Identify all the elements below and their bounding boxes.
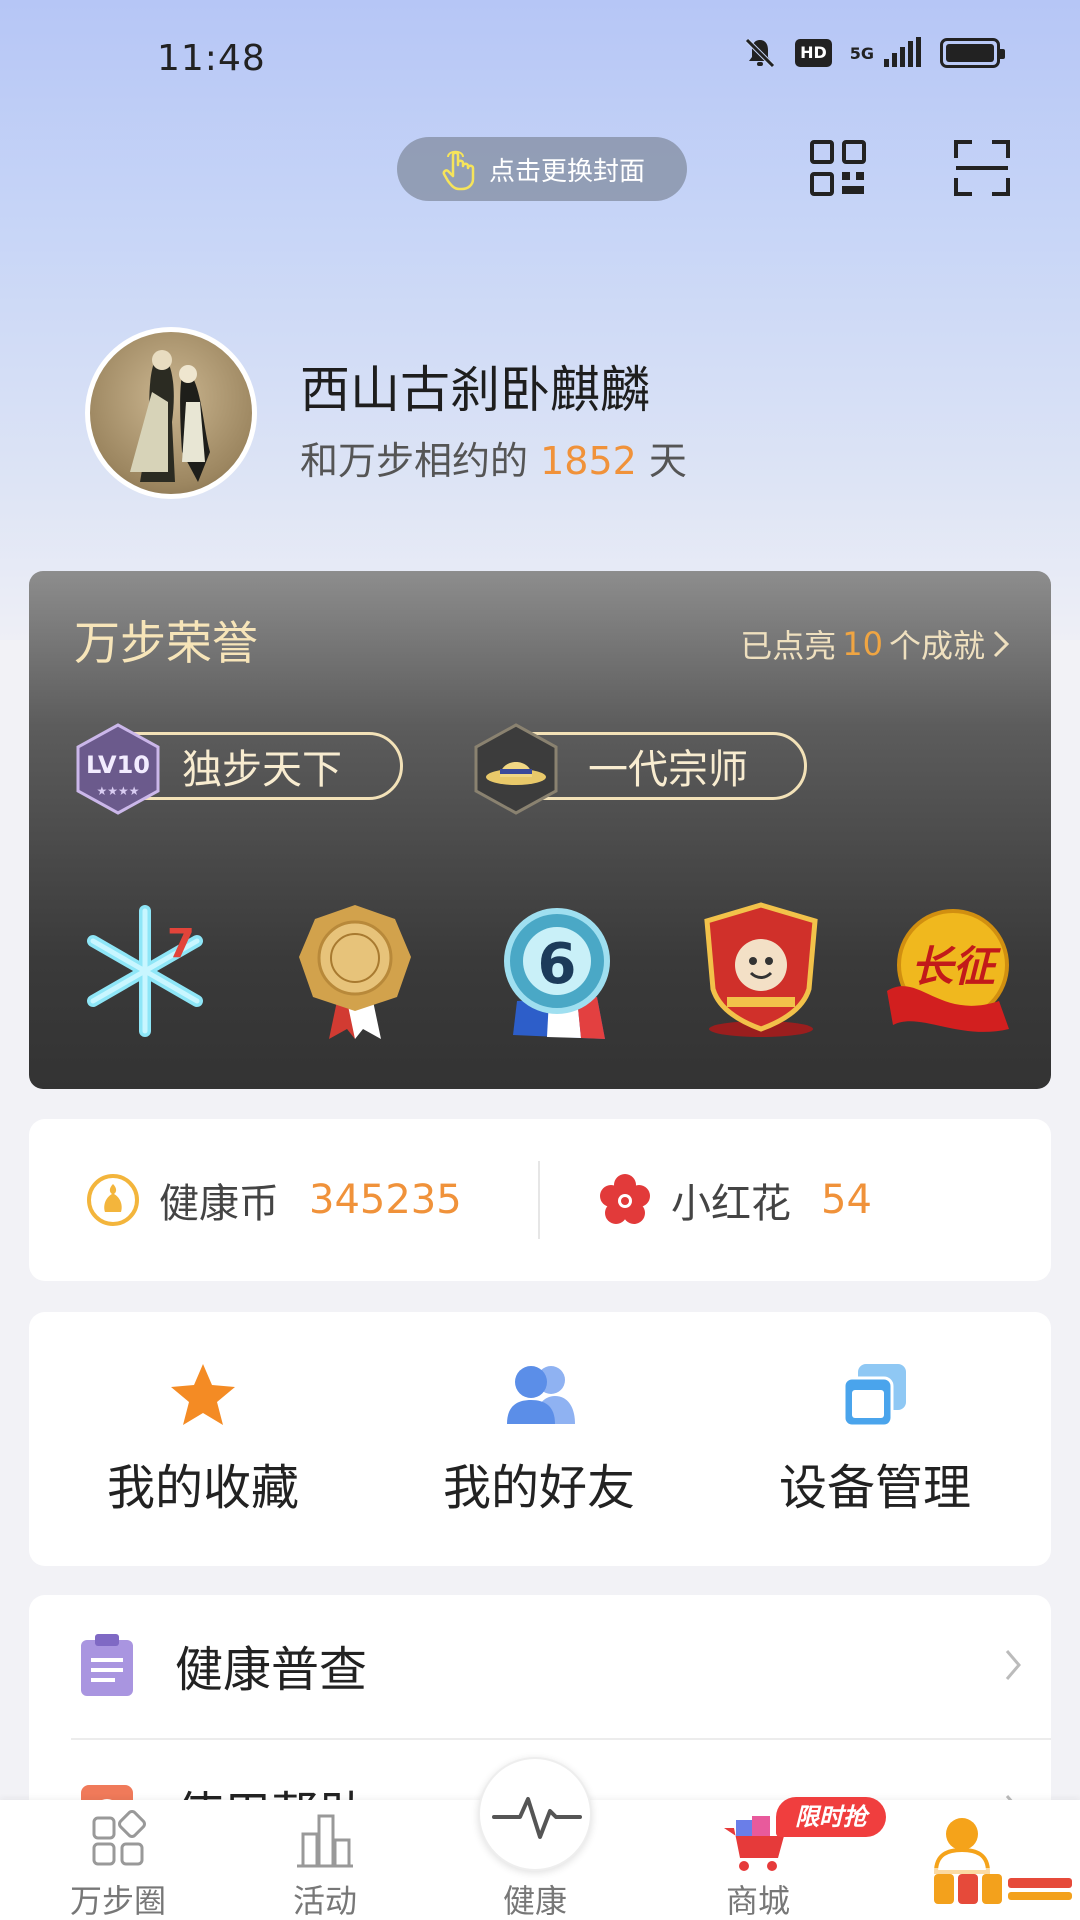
nav-label: 万步圈 <box>69 1882 166 1920</box>
achievements-link[interactable]: 已点亮 10 个成就 <box>740 621 1011 667</box>
list-item-label: 健康普查 <box>175 1642 368 1698</box>
wallet-card: 健康币 345235 小红花 54 <box>29 1119 1051 1281</box>
snowflake-medal-icon[interactable]: 7 <box>75 901 215 1041</box>
limited-sale-badge: 限时抢 <box>776 1797 886 1837</box>
lit-suffix: 个成就 <box>888 627 985 665</box>
red-flower-label: 小红花 <box>671 1181 791 1227</box>
days-suffix: 天 <box>648 439 687 483</box>
star-icon <box>171 1364 235 1425</box>
mute-icon <box>745 38 775 68</box>
medal-text: 长征 <box>911 942 1001 991</box>
battery-icon <box>940 38 1005 68</box>
long-march-medal-icon[interactable]: 长征 <box>879 901 1019 1041</box>
days-count: 1852 <box>540 439 637 483</box>
status-time: 11:48 <box>157 38 266 79</box>
signal-icon <box>884 37 921 67</box>
lit-prefix: 已点亮 <box>740 627 837 665</box>
straw-hat-badge-icon <box>474 723 558 815</box>
network-label: 5G <box>849 43 874 63</box>
nav-label: 活动 <box>292 1882 357 1920</box>
avatar[interactable] <box>85 327 257 499</box>
chevron-right-icon <box>1005 1650 1021 1680</box>
site-watermark-logo <box>928 1868 1078 1910</box>
device-management-button[interactable]: 设备管理 <box>725 1360 1025 1518</box>
title-pill-lv10[interactable]: LV10 ★★★★ 独步天下 <box>76 723 403 815</box>
red-flower-item[interactable]: 小红花 54 <box>597 1119 872 1281</box>
hand-tap-icon <box>442 150 475 191</box>
honor-title: 万步荣誉 <box>74 616 258 670</box>
nav-item-activity[interactable]: 活动 <box>245 1800 405 1920</box>
status-icons: HD 5G <box>743 36 1005 70</box>
my-favorites-button[interactable]: 我的收藏 <box>53 1360 353 1518</box>
red-flower-icon <box>600 1174 650 1224</box>
gold-medal-icon[interactable] <box>285 901 425 1041</box>
circle-grid-icon <box>92 1810 146 1866</box>
nav-label: 健康 <box>502 1882 567 1920</box>
scan-icon[interactable] <box>952 138 1012 198</box>
title-label: 一代宗师 <box>588 747 748 793</box>
level-badge-icon: LV10 ★★★★ <box>76 723 160 815</box>
medal-number: 7 <box>167 921 195 967</box>
clipboard-icon <box>81 1634 133 1696</box>
qr-code-icon[interactable] <box>808 138 868 198</box>
username: 西山古刹卧麒麟 <box>300 361 650 419</box>
level-badge-text: LV10 <box>86 751 150 779</box>
hd-badge: HD <box>795 39 832 67</box>
nav-label: 商城 <box>725 1882 790 1920</box>
divider <box>538 1161 540 1239</box>
nav-item-wanbu-circle[interactable]: 万步圈 <box>38 1800 198 1920</box>
title-label: 独步天下 <box>182 747 342 793</box>
heartbeat-icon <box>492 1797 582 1839</box>
chevron-right-icon <box>993 630 1010 658</box>
honor-card[interactable]: 万步荣誉 已点亮 10 个成就 LV10 ★★★★ 独步天下 一代宗师 7 6 … <box>29 571 1051 1089</box>
health-coin-item[interactable]: 健康币 345235 <box>85 1119 462 1281</box>
health-coin-icon <box>87 1174 139 1226</box>
my-friends-label: 我的好友 <box>442 1460 635 1516</box>
membership-days: 和万步相约的 1852 天 <box>300 430 687 485</box>
medal-number: 6 <box>538 932 577 997</box>
days-prefix: 和万步相约的 <box>300 439 529 483</box>
team-captain-shield-icon[interactable] <box>691 901 831 1041</box>
change-cover-label: 点击更换封面 <box>488 156 645 187</box>
title-pill-master[interactable]: 一代宗师 <box>474 723 807 815</box>
device-management-label: 设备管理 <box>778 1460 971 1516</box>
health-coin-label: 健康币 <box>159 1181 279 1227</box>
red-flower-value: 54 <box>821 1177 872 1223</box>
quick-actions-card: 我的收藏 我的好友 设备管理 <box>29 1312 1051 1566</box>
my-friends-button[interactable]: 我的好友 <box>389 1360 689 1518</box>
device-icon <box>842 1364 906 1428</box>
change-cover-button[interactable]: 点击更换封面 <box>397 137 687 201</box>
list-item-health-survey[interactable]: 健康普查 <box>29 1595 1051 1735</box>
svg-text:★★★★: ★★★★ <box>96 784 139 798</box>
friends-icon <box>507 1366 575 1424</box>
number-six-medal-icon[interactable]: 6 <box>487 901 627 1041</box>
activity-building-icon <box>297 1814 353 1868</box>
lit-count: 10 <box>842 625 883 663</box>
status-bar: 11:48 HD 5G <box>0 0 1080 120</box>
my-favorites-label: 我的收藏 <box>106 1460 299 1516</box>
health-coin-value: 345235 <box>309 1177 462 1223</box>
health-tab-button[interactable] <box>478 1757 592 1871</box>
